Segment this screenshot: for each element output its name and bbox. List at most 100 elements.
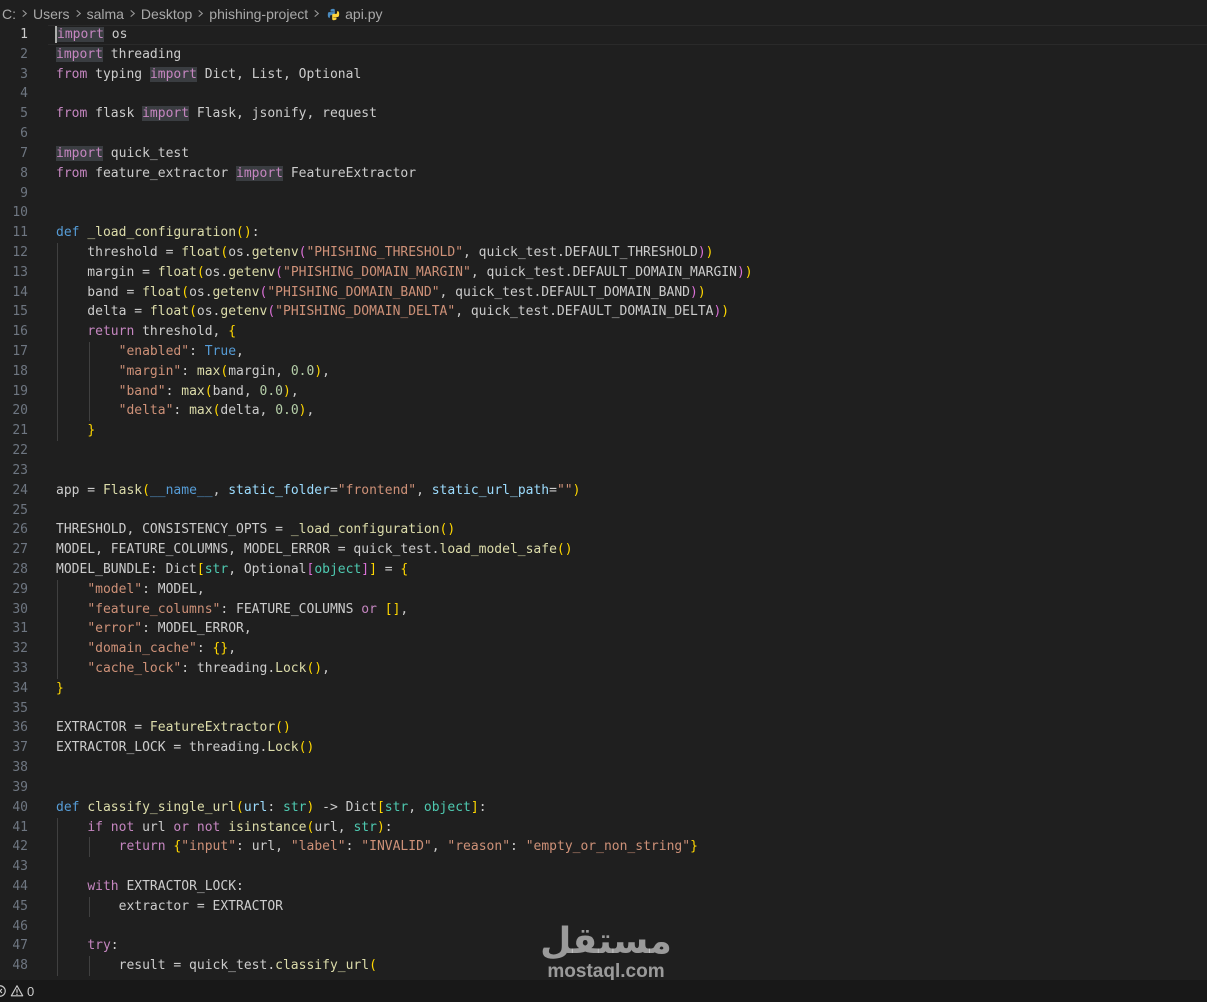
code-line[interactable]: 33 "cache_lock": threading.Lock(), <box>0 659 1207 679</box>
line-number: 48 <box>12 958 28 974</box>
code-line[interactable]: 27 MODEL, FEATURE_COLUMNS, MODEL_ERROR = … <box>0 540 1207 560</box>
code-line[interactable]: 10 <box>0 203 1207 223</box>
code-line[interactable]: 8 from feature_extractor import FeatureEx… <box>0 164 1207 184</box>
code-line[interactable]: 40 def classify_single_url(url: str) -> D… <box>0 798 1207 818</box>
code-line[interactable]: 29 "model": MODEL, <box>0 579 1207 600</box>
code-text: extractor = EXTRACTOR <box>56 898 283 914</box>
code-line[interactable]: 20 "delta": max(delta, 0.0), <box>0 401 1207 422</box>
code-text: with EXTRACTOR_LOCK: <box>87 878 244 894</box>
line-number: 10 <box>12 205 28 221</box>
code-line[interactable]: 6 <box>0 124 1207 144</box>
code-line[interactable]: 15 delta = float(os.getenv("PHISHING_DOM… <box>0 302 1207 323</box>
code-text: THRESHOLD, CONSISTENCY_OPTS = _load_conf… <box>56 522 456 538</box>
line-number: 2 <box>20 46 28 62</box>
code-line[interactable]: 31 "error": MODEL_ERROR, <box>0 619 1207 640</box>
code-line[interactable]: 36 EXTRACTOR = FeatureExtractor() <box>0 718 1207 738</box>
line-number: 40 <box>12 799 28 815</box>
warning-triangle-icon <box>10 985 24 997</box>
breadcrumb-segment[interactable]: Desktop <box>141 6 192 22</box>
line-number: 12 <box>12 244 28 260</box>
code-text: margin = float(os.getenv("PHISHING_DOMAI… <box>56 264 753 280</box>
line-number: 4 <box>20 86 28 102</box>
breadcrumb-file[interactable]: api.py <box>345 6 382 22</box>
code-line[interactable]: 28 MODEL_BUNDLE: Dict[str, Optional[objec… <box>0 560 1207 580</box>
code-text: "margin": max(margin, 0.0), <box>118 363 330 379</box>
code-text: result = quick_test.classify_url( <box>56 958 377 974</box>
code-line[interactable]: 3 from typing import Dict, List, Optional <box>0 65 1207 85</box>
code-line[interactable]: 47 try: <box>0 936 1207 957</box>
code-line[interactable]: 39 <box>0 778 1207 798</box>
line-number: 22 <box>12 443 28 459</box>
code-line[interactable]: 25 <box>0 501 1207 521</box>
code-line[interactable]: 24 app = Flask(__name__, static_folder="f… <box>0 481 1207 501</box>
line-number: 19 <box>12 383 28 399</box>
code-line[interactable]: 35 <box>0 699 1207 719</box>
code-text: } <box>87 423 96 439</box>
line-number: 6 <box>20 126 28 142</box>
code-line[interactable]: 5 from flask import Flask, jsonify, reque… <box>0 104 1207 124</box>
code-line[interactable]: 4 <box>0 84 1207 104</box>
problems-indicator[interactable]: 0 <box>0 984 34 999</box>
code-line[interactable]: 18 "margin": max(margin, 0.0), <box>0 361 1207 382</box>
line-number: 7 <box>20 145 28 161</box>
code-line[interactable]: 23 <box>0 461 1207 481</box>
code-line[interactable]: 17 "enabled": True, <box>0 342 1207 362</box>
code-line[interactable]: 12 threshold = float(os.getenv("PHISHING… <box>0 242 1207 263</box>
code-line[interactable]: 22 <box>0 441 1207 461</box>
line-number: 33 <box>12 661 28 676</box>
breadcrumb-segment[interactable]: phishing-project <box>209 6 308 22</box>
line-number: 43 <box>12 859 28 875</box>
code-editor[interactable]: 1 import os 2 import threading 3 from typing … <box>0 25 1207 980</box>
chevron-right-icon <box>128 7 137 21</box>
line-number: 25 <box>12 502 28 518</box>
line-number: 16 <box>12 324 28 340</box>
code-line[interactable]: 34} <box>0 679 1207 699</box>
code-text: from typing import Dict, List, Optional <box>56 66 362 82</box>
code-line[interactable]: 32 "domain_cache": {}, <box>0 639 1207 659</box>
code-line[interactable]: 30 "feature_columns": FEATURE_COLUMNS or… <box>0 599 1207 620</box>
code-line[interactable]: 9 <box>0 184 1207 204</box>
code-line[interactable]: 14 band = float(os.getenv("PHISHING_DOMA… <box>0 282 1207 303</box>
code-line[interactable]: 19 "band": max(band, 0.0), <box>0 381 1207 402</box>
code-text: "delta": max(delta, 0.0), <box>118 403 315 419</box>
code-line[interactable]: 48 result = quick_test.classify_url( <box>0 956 1207 976</box>
chevron-right-icon <box>312 7 321 21</box>
warning-count: 0 <box>27 983 35 999</box>
code-line[interactable]: 13 margin = float(os.getenv("PHISHING_DO… <box>0 262 1207 283</box>
code-text: threshold = float(os.getenv("PHISHING_TH… <box>56 244 714 260</box>
code-line[interactable]: 42 return {"input": url, "label": "INVAL… <box>0 837 1207 858</box>
code-text: "band": max(band, 0.0), <box>118 383 299 399</box>
code-text: "cache_lock": threading.Lock(), <box>87 661 330 676</box>
code-line[interactable]: 21 } <box>0 421 1207 442</box>
breadcrumb-segment[interactable]: salma <box>87 6 124 22</box>
code-text: MODEL, FEATURE_COLUMNS, MODEL_ERROR = qu… <box>56 542 573 558</box>
code-line[interactable]: 46 <box>0 916 1207 937</box>
code-text: "model": MODEL, <box>87 581 205 597</box>
code-line[interactable]: 2 import threading <box>0 45 1207 65</box>
code-line[interactable]: 11 def _load_configuration(): <box>0 223 1207 243</box>
code-line[interactable]: 41 if not url or not isinstance(url, str… <box>0 817 1207 838</box>
code-line[interactable]: 38 <box>0 758 1207 778</box>
code-text: def classify_single_url(url: str) -> Dic… <box>56 799 487 815</box>
line-number: 32 <box>12 641 28 657</box>
code-line[interactable]: 44 with EXTRACTOR_LOCK: <box>0 876 1207 897</box>
line-number: 24 <box>12 482 28 498</box>
error-circle-icon <box>0 985 6 997</box>
code-line[interactable]: 43 <box>0 857 1207 877</box>
code-text: "domain_cache": {}, <box>87 641 237 657</box>
code-line[interactable]: 45 extractor = EXTRACTOR <box>0 896 1207 917</box>
line-number: 44 <box>12 878 28 894</box>
line-number: 11 <box>12 225 28 241</box>
breadcrumb-segment[interactable]: Users <box>33 6 70 22</box>
code-text: return threshold, { <box>87 324 237 340</box>
code-line[interactable]: 26 THRESHOLD, CONSISTENCY_OPTS = _load_co… <box>0 520 1207 540</box>
code-line[interactable]: 16 return threshold, { <box>0 322 1207 342</box>
breadcrumb-segment[interactable]: C: <box>2 6 16 22</box>
code-text: from flask import Flask, jsonify, reques… <box>56 106 377 122</box>
indent-guide <box>57 916 58 937</box>
line-number: 3 <box>20 66 28 82</box>
code-line[interactable]: 7 import quick_test <box>0 144 1207 164</box>
chevron-right-icon <box>196 7 205 21</box>
code-line[interactable]: 37 EXTRACTOR_LOCK = threading.Lock() <box>0 738 1207 758</box>
code-line[interactable]: 1 import os <box>0 25 1207 45</box>
